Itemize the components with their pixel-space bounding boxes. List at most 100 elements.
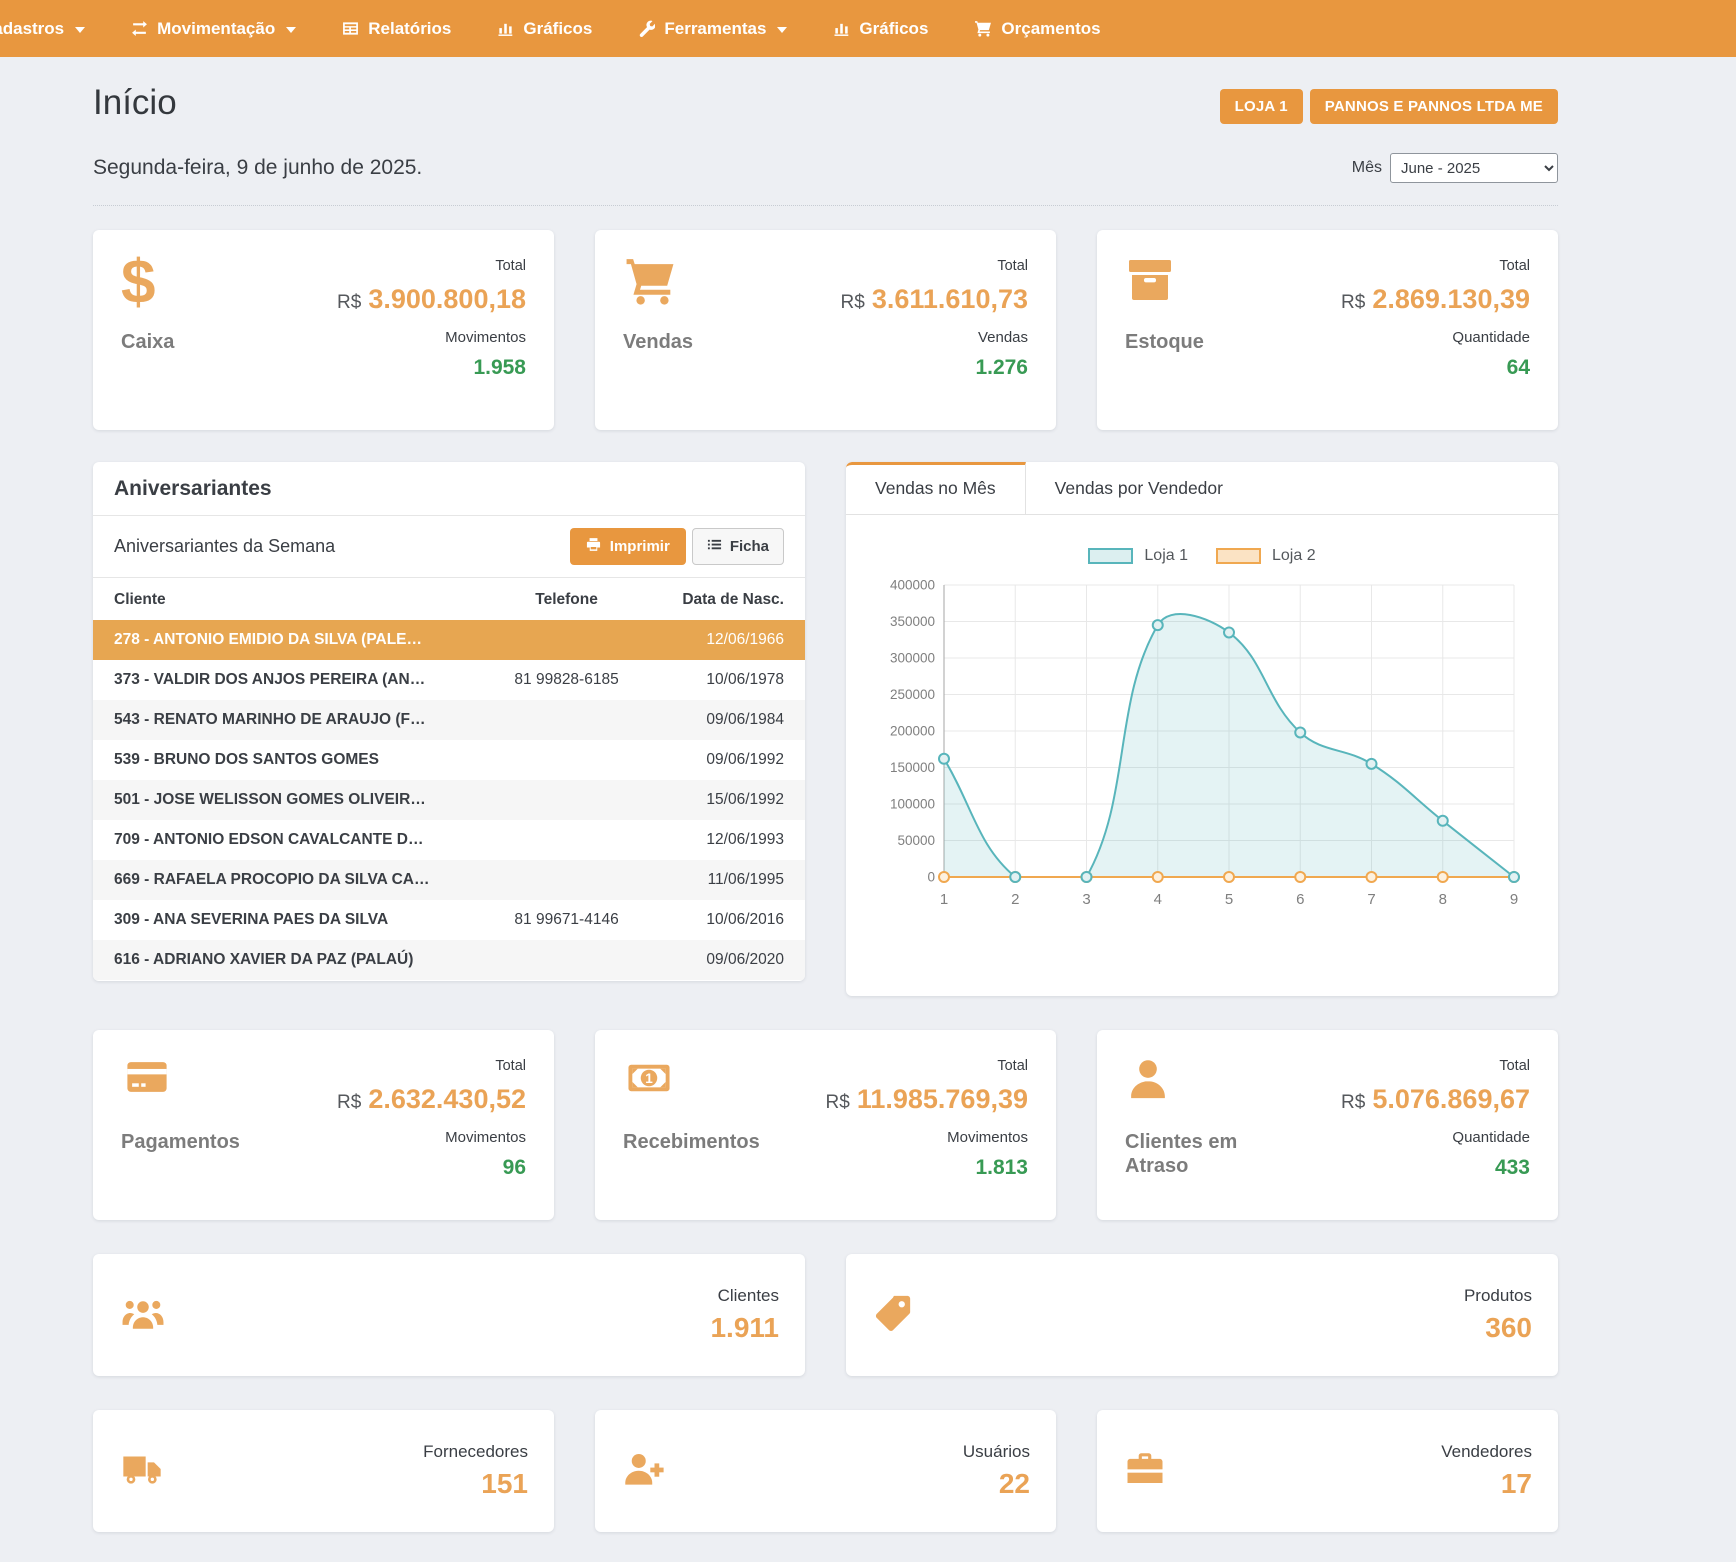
svg-text:7: 7	[1367, 891, 1375, 908]
table-row[interactable]: 539 - BRUNO DOS SANTOS GOMES 09/06/1992	[93, 740, 805, 780]
vendedores-label: Vendedores	[1441, 1442, 1532, 1462]
user-icon	[1125, 1056, 1255, 1114]
table-row[interactable]: 669 - RAFAELA PROCOPIO DA SILVA CA… 11/0…	[93, 860, 805, 900]
col-cliente: Cliente	[93, 578, 486, 620]
tab-vendas-no-mes[interactable]: Vendas no Mês	[846, 462, 1026, 514]
svg-text:4: 4	[1154, 891, 1162, 908]
recebimentos-count-value: 1.813	[826, 1156, 1028, 1180]
table-row[interactable]: 373 - VALDIR DOS ANJOS PEREIRA (AN… 81 9…	[93, 660, 805, 700]
caixa-label: Caixa	[121, 330, 174, 354]
nav-item-graficos-2[interactable]: Gráficos	[810, 0, 951, 57]
shopping-cart-icon	[623, 256, 693, 314]
table-row[interactable]: 309 - ANA SEVERINA PAES DA SILVA 81 9967…	[93, 900, 805, 940]
nav-label: Gráficos	[523, 19, 592, 39]
caret-down-icon	[777, 27, 787, 33]
navbar-items: Cadastros Movimentação Relatórios Gráfic…	[0, 0, 1124, 57]
nav-item-orcamentos[interactable]: Orçamentos	[951, 0, 1123, 57]
table-row[interactable]: 616 - ADRIANO XAVIER DA PAZ (PALAÚ) 09/0…	[93, 940, 805, 980]
usuarios-value: 22	[963, 1468, 1030, 1500]
pagamentos-count-value: 96	[337, 1156, 526, 1180]
legend-item-loja1[interactable]: Loja 1	[1088, 547, 1188, 565]
birthdays-table: Cliente Telefone Data de Nasc. 278 - ANT…	[93, 578, 805, 980]
table-row[interactable]: 501 - JOSE WELISSON GOMES OLIVEIR… 15/06…	[93, 780, 805, 820]
printer-icon	[586, 537, 601, 556]
month-select[interactable]: June - 2025	[1390, 153, 1558, 183]
vendas-card: Vendas Total R$3.611.610,73 Vendas 1.276	[595, 230, 1056, 430]
recebimentos-total-value: R$11.985.769,39	[826, 1084, 1028, 1115]
svg-text:5: 5	[1225, 891, 1233, 908]
table-row[interactable]: 709 - ANTONIO EDSON CAVALCANTE D… 12/06/…	[93, 820, 805, 860]
nav-item-movimentacao[interactable]: Movimentação	[108, 0, 319, 57]
sales-chart-panel: Vendas no Mês Vendas por Vendedor Loja 1…	[846, 462, 1558, 996]
estoque-card: Estoque Total R$2.869.130,39 Quantidade …	[1097, 230, 1558, 430]
archive-box-icon	[1125, 256, 1204, 314]
fornecedores-label: Fornecedores	[423, 1442, 528, 1462]
svg-text:50000: 50000	[897, 833, 935, 848]
clientes-atraso-label: Clientes em Atraso	[1125, 1130, 1255, 1178]
clientes-atraso-total-value: R$5.076.869,67	[1341, 1084, 1530, 1115]
cart-icon	[974, 20, 992, 37]
estoque-count-value: 64	[1341, 356, 1530, 380]
svg-text:250000: 250000	[890, 687, 935, 702]
vendas-label: Vendas	[623, 330, 693, 354]
ficha-button[interactable]: Ficha	[692, 528, 784, 565]
wrench-icon	[638, 20, 655, 37]
table-row[interactable]: 543 - RENATO MARINHO DE ARAUJO (F… 09/06…	[93, 700, 805, 740]
caret-down-icon	[75, 27, 85, 33]
report-icon	[342, 20, 359, 37]
nav-label: Relatórios	[368, 19, 451, 39]
store-badge-button[interactable]: LOJA 1	[1220, 89, 1303, 124]
usuarios-card: Usuários 22	[595, 1410, 1056, 1532]
svg-text:150000: 150000	[890, 760, 935, 775]
ficha-label: Ficha	[730, 538, 769, 555]
total-label: Total	[337, 258, 526, 274]
vendas-count-value: 1.276	[841, 356, 1028, 380]
exchange-icon	[131, 20, 148, 37]
svg-text:3: 3	[1082, 891, 1090, 908]
bar-chart-icon	[833, 20, 850, 37]
nav-label: Orçamentos	[1001, 19, 1100, 39]
current-date-text: Segunda-feira, 9 de junho de 2025.	[93, 156, 422, 180]
loja1-swatch	[1088, 548, 1133, 564]
fornecedores-card: Fornecedores 151	[93, 1410, 554, 1532]
truck-icon	[119, 1449, 165, 1494]
top-navbar: Cadastros Movimentação Relatórios Gráfic…	[0, 0, 1736, 57]
nav-item-ferramentas[interactable]: Ferramentas	[615, 0, 810, 57]
imprimir-button[interactable]: Imprimir	[570, 528, 686, 565]
svg-text:300000: 300000	[890, 651, 935, 666]
sales-line-chart: 0500001000001500002000002500003000003500…	[868, 567, 1528, 919]
clientes-atraso-count-value: 433	[1341, 1156, 1530, 1180]
aniversariantes-panel: Aniversariantes Aniversariantes da Seman…	[93, 462, 805, 981]
company-badge-button[interactable]: PANNOS E PANNOS LTDA ME	[1310, 89, 1558, 124]
svg-text:350000: 350000	[890, 614, 935, 629]
svg-text:8: 8	[1439, 891, 1447, 908]
caret-down-icon	[286, 27, 296, 33]
produtos-value: 360	[1464, 1312, 1532, 1344]
tab-vendas-por-vendedor[interactable]: Vendas por Vendedor	[1026, 462, 1252, 514]
credit-card-icon	[121, 1056, 240, 1114]
svg-text:100000: 100000	[890, 797, 935, 812]
fornecedores-value: 151	[423, 1468, 528, 1500]
loja2-swatch	[1216, 548, 1261, 564]
pagamentos-total-value: R$2.632.430,52	[337, 1084, 526, 1115]
caixa-count-value: 1.958	[337, 356, 526, 380]
nav-item-cadastros[interactable]: Cadastros	[0, 0, 108, 57]
vendas-count-label: Vendas	[841, 329, 1028, 346]
svg-text:200000: 200000	[890, 724, 935, 739]
clientes-label: Clientes	[710, 1286, 779, 1306]
legend-label: Loja 2	[1272, 547, 1316, 565]
nav-item-relatorios[interactable]: Relatórios	[319, 0, 474, 57]
svg-text:9: 9	[1510, 891, 1518, 908]
legend-label: Loja 1	[1144, 547, 1188, 565]
usuarios-label: Usuários	[963, 1442, 1030, 1462]
table-row[interactable]: 278 - ANTONIO EMIDIO DA SILVA (PALE… 12/…	[93, 620, 805, 660]
dollar-icon: $	[121, 256, 174, 314]
estoque-label: Estoque	[1125, 330, 1204, 354]
legend-item-loja2[interactable]: Loja 2	[1216, 547, 1316, 565]
caixa-total-value: R$3.900.800,18	[337, 284, 526, 315]
bar-chart-icon	[497, 20, 514, 37]
svg-text:6: 6	[1296, 891, 1304, 908]
nav-item-graficos-1[interactable]: Gráficos	[474, 0, 615, 57]
month-label: Mês	[1352, 159, 1382, 177]
movimentos-label: Movimentos	[337, 1129, 526, 1146]
